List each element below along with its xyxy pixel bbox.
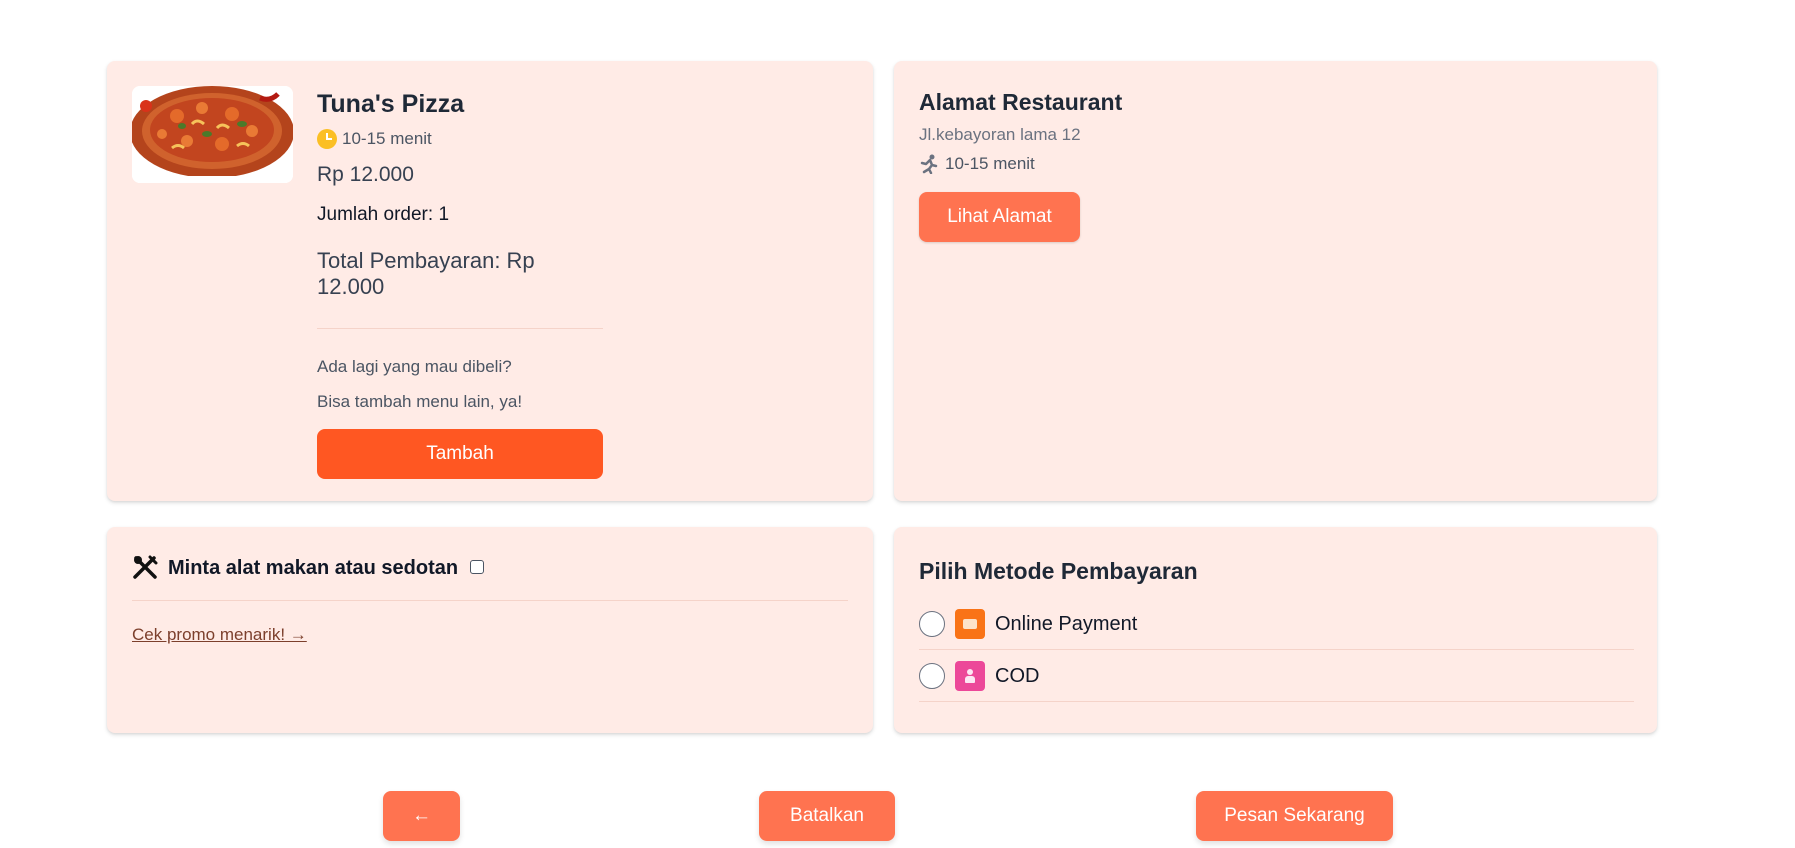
cancel-button[interactable]: Batalkan <box>759 791 895 841</box>
add-more-hint: Bisa tambah menu lain, ya! <box>317 392 523 411</box>
product-price: Rp 12.000 <box>317 163 414 186</box>
pizza-image <box>132 86 293 183</box>
payment-option-label: COD <box>995 664 1040 687</box>
promo-link[interactable]: Cek promo menarik! → <box>132 625 307 645</box>
utensils-card: Minta alat makan atau sedotan Cek promo … <box>107 527 873 733</box>
address-street: Jl.kebayoran lama 12 <box>919 125 1081 144</box>
payment-option-label: Online Payment <box>995 612 1138 635</box>
total-payment: Total Pembayaran: Rp 12.000 <box>317 248 535 299</box>
back-button[interactable]: ← <box>383 791 460 841</box>
runner-icon <box>920 154 938 174</box>
online-payment-radio[interactable] <box>919 611 945 637</box>
person-icon <box>955 661 985 691</box>
divider <box>317 328 603 329</box>
add-more-prompt: Ada lagi yang mau dibeli? <box>317 357 512 376</box>
utensils-checkbox[interactable] <box>470 560 485 574</box>
order-now-button[interactable]: Pesan Sekarang <box>1196 791 1393 841</box>
utensils-icon <box>133 555 158 579</box>
delivery-eta: 10-15 menit <box>919 154 1122 174</box>
order-quantity: Jumlah order: 1 <box>317 204 450 225</box>
add-menu-button[interactable]: Tambah <box>317 429 603 479</box>
cod-radio[interactable] <box>919 663 945 689</box>
restaurant-address-card: Alamat Restaurant Jl.kebayoran lama 12 1… <box>894 61 1657 501</box>
view-address-button[interactable]: Lihat Alamat <box>919 192 1080 242</box>
utensils-label: Minta alat makan atau sedotan <box>168 556 459 579</box>
product-card: Tuna's Pizza 10-15 menit Rp 12.000 Jumla… <box>107 61 873 501</box>
card-icon <box>955 609 985 639</box>
payment-method-card: Pilih Metode Pembayaran Online Payment C… <box>894 527 1657 733</box>
product-eta: 10-15 menit <box>317 129 603 149</box>
payment-title: Pilih Metode Pembayaran <box>919 558 1198 584</box>
payment-option-cod[interactable]: COD <box>919 651 1634 702</box>
product-title: Tuna's Pizza <box>317 90 465 118</box>
delivery-eta-text: 10-15 menit <box>945 154 1035 173</box>
divider <box>132 600 848 601</box>
payment-option-online[interactable]: Online Payment <box>919 599 1634 650</box>
clock-icon <box>317 129 337 149</box>
address-title: Alamat Restaurant <box>919 89 1123 115</box>
product-eta-text: 10-15 menit <box>342 129 432 148</box>
